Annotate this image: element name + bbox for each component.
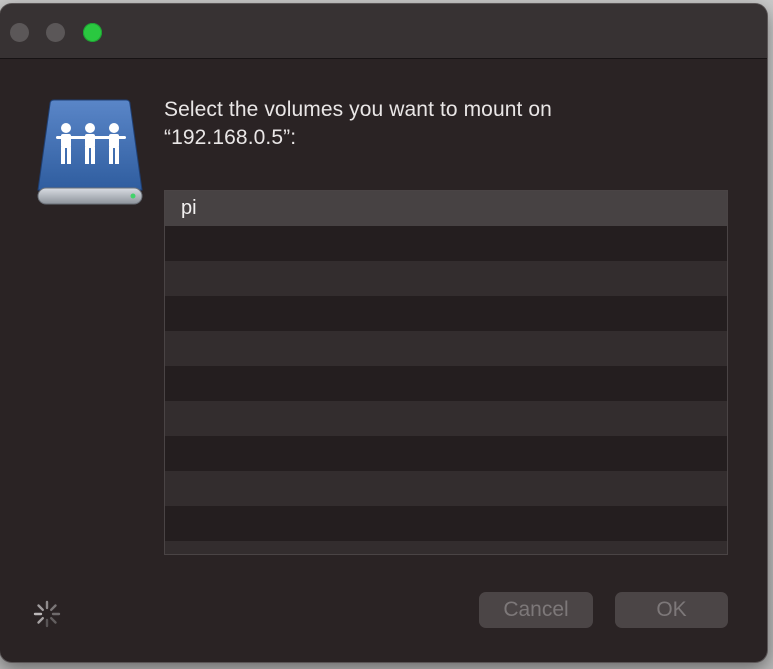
cancel-button[interactable]: Cancel — [479, 592, 593, 628]
progress-spinner-icon — [33, 600, 61, 628]
list-item[interactable] — [165, 436, 727, 471]
volume-list[interactable]: pi — [164, 190, 728, 555]
minimize-window-button[interactable] — [46, 23, 65, 42]
list-item[interactable] — [165, 226, 727, 261]
list-item[interactable]: pi — [165, 191, 727, 226]
list-item[interactable] — [165, 541, 727, 554]
list-item[interactable] — [165, 366, 727, 401]
list-item[interactable] — [165, 506, 727, 541]
connect-to-server-dialog: Select the volumes you want to mount on … — [0, 4, 767, 662]
title-bar[interactable] — [0, 4, 767, 59]
ok-button[interactable]: OK — [615, 592, 728, 628]
dialog-prompt: Select the volumes you want to mount on … — [164, 98, 552, 149]
shared-server-drive-icon — [37, 99, 143, 205]
close-window-button[interactable] — [10, 23, 29, 42]
list-item[interactable] — [165, 296, 727, 331]
volume-label: pi — [181, 197, 197, 219]
list-item[interactable] — [165, 401, 727, 436]
list-item[interactable] — [165, 261, 727, 296]
list-item[interactable] — [165, 471, 727, 506]
list-item[interactable] — [165, 331, 727, 366]
zoom-window-button[interactable] — [83, 23, 102, 42]
